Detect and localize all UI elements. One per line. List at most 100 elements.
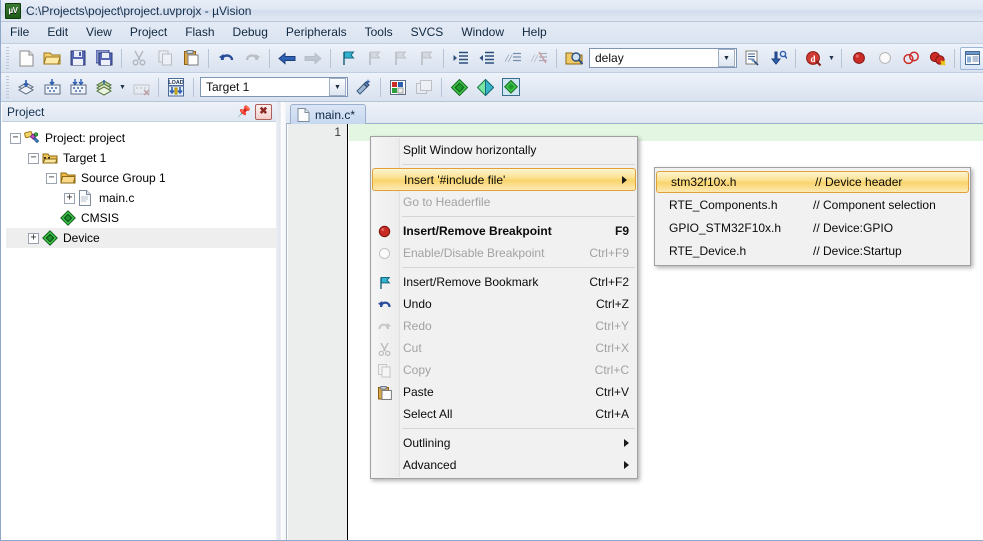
menu-edit[interactable]: Edit: [38, 22, 77, 43]
select-target-icon[interactable]: [351, 76, 375, 99]
paste-icon[interactable]: [179, 47, 203, 70]
tree-node-label: Target 1: [63, 151, 107, 165]
svg-text://: //: [505, 51, 513, 65]
submenu-item-gpio-stm32f10x-h[interactable]: GPIO_STM32F10x.h // Device:GPIO: [655, 216, 970, 239]
tree-node-cmsis[interactable]: CMSIS: [6, 208, 276, 228]
batch-build-icon[interactable]: [92, 76, 116, 99]
rebuild-all-icon[interactable]: [66, 76, 90, 99]
tree-node-target[interactable]: − Target 1: [6, 148, 276, 168]
menu-item-outlining[interactable]: Outlining: [371, 432, 637, 454]
menu-item-select-all[interactable]: Select All Ctrl+A: [371, 403, 637, 425]
expander-toggle[interactable]: +: [64, 192, 75, 204]
menu-view[interactable]: View: [77, 22, 121, 43]
disable-breakpoint-icon[interactable]: [873, 47, 897, 70]
menu-tools[interactable]: Tools: [356, 22, 402, 43]
submenu-item-stm32f10x-h[interactable]: stm32f10x.h // Device header: [656, 171, 969, 193]
menu-flash[interactable]: Flash: [176, 22, 223, 43]
find-input[interactable]: delay: [590, 51, 717, 65]
folder-icon: [60, 170, 76, 186]
editor-tabstrip: main.c*: [286, 102, 983, 124]
menu-item-split-window-horizontally[interactable]: Split Window horizontally: [371, 139, 637, 161]
undo-icon[interactable]: [214, 47, 238, 70]
save-icon[interactable]: [66, 47, 90, 70]
menu-item-shortcut: Ctrl+Y: [595, 319, 629, 333]
translate-file-icon[interactable]: [14, 76, 38, 99]
breakpoint-red-dot-icon: [376, 223, 393, 240]
configuration-wizard-icon[interactable]: [740, 47, 764, 70]
indent-icon[interactable]: [449, 47, 473, 70]
menu-item-enable-disable-breakpoint: Enable/Disable Breakpoint Ctrl+F9: [371, 242, 637, 264]
toolbar-grip[interactable]: [4, 76, 11, 98]
options-for-target-icon[interactable]: [386, 76, 410, 99]
breakpoint-hollow-circle-icon: [376, 245, 393, 262]
bookmark-flag-icon: [376, 274, 393, 291]
menu-item-insert-remove-bookmark[interactable]: Insert/Remove Bookmark Ctrl+F2: [371, 271, 637, 293]
submenu-item-rte-components-h[interactable]: RTE_Components.h // Component selection: [655, 193, 970, 216]
find-combo-chevron-down-icon[interactable]: ▼: [718, 49, 735, 67]
kill-all-breakpoints-icon[interactable]: [899, 47, 923, 70]
toolbar-separator: [841, 48, 842, 68]
cut-icon: [127, 47, 151, 70]
tree-node-device[interactable]: + Device: [6, 228, 276, 248]
menu-item-paste[interactable]: Paste Ctrl+V: [371, 381, 637, 403]
submenu-item-name: RTE_Components.h: [669, 197, 778, 212]
menu-file[interactable]: File: [1, 22, 38, 43]
redo-arrow-icon: [376, 318, 393, 335]
bookmark-toggle-icon[interactable]: [336, 47, 360, 70]
target-combo-chevron-down-icon[interactable]: ▼: [329, 78, 346, 96]
manage-project-items-icon: [412, 76, 436, 99]
outdent-icon[interactable]: [475, 47, 499, 70]
submenu-arrow-icon: [624, 461, 629, 469]
tree-node-source-group[interactable]: − Source Group 1: [6, 168, 276, 188]
menu-item-advanced[interactable]: Advanced: [371, 454, 637, 476]
find-combo[interactable]: delay ▼: [589, 48, 737, 68]
pin-icon[interactable]: 📌: [236, 104, 252, 120]
expander-toggle[interactable]: −: [46, 172, 57, 184]
expander-toggle[interactable]: −: [10, 132, 21, 144]
bookmark-clear-icon: [414, 47, 438, 70]
menu-window[interactable]: Window: [452, 22, 513, 43]
bookmark-prev-icon: [362, 47, 386, 70]
menu-item-undo[interactable]: Undo Ctrl+Z: [371, 293, 637, 315]
toolbar-grip[interactable]: [4, 47, 11, 69]
debug-dropdown-chevron-down-icon[interactable]: ▼: [826, 47, 837, 70]
start-debug-session-icon[interactable]: d: [801, 47, 825, 70]
panel-splitter[interactable]: [276, 102, 286, 540]
pack-installer-icon[interactable]: [473, 76, 497, 99]
build-target-icon[interactable]: [40, 76, 64, 99]
download-to-flash-icon[interactable]: LOAD: [164, 76, 188, 99]
menu-help[interactable]: Help: [513, 22, 556, 43]
tree-node-project[interactable]: − Project: project: [6, 128, 276, 148]
submenu-item-comment: // Device header: [815, 175, 903, 189]
uncomment-icon: //: [527, 47, 551, 70]
close-icon[interactable]: ✖: [255, 103, 272, 120]
menu-item-shortcut: Ctrl+Z: [596, 297, 629, 311]
save-all-icon[interactable]: [92, 47, 116, 70]
comment-icon: //: [501, 47, 525, 70]
menu-peripherals[interactable]: Peripherals: [277, 22, 356, 43]
find-in-files-icon[interactable]: [562, 47, 586, 70]
source-file-icon: [297, 107, 310, 122]
disable-all-breakpoints-icon[interactable]: [925, 47, 949, 70]
expander-toggle[interactable]: −: [28, 152, 39, 164]
menu-debug[interactable]: Debug: [224, 22, 277, 43]
manage-windows-icon[interactable]: [960, 46, 983, 70]
open-file-icon[interactable]: [40, 47, 64, 70]
target-combo-value[interactable]: Target 1: [201, 80, 328, 94]
tree-node-main-c[interactable]: + main.c: [6, 188, 276, 208]
menu-item-insert-remove-breakpoint[interactable]: Insert/Remove Breakpoint F9: [371, 220, 637, 242]
batch-build-chevron-down-icon[interactable]: ▼: [117, 76, 128, 99]
expander-toggle[interactable]: +: [28, 232, 39, 244]
target-combo[interactable]: Target 1 ▼: [200, 77, 348, 97]
editor-tab-main-c[interactable]: main.c*: [290, 104, 367, 124]
jump-to-definition-icon[interactable]: [766, 47, 790, 70]
select-software-packs-icon[interactable]: [499, 76, 523, 99]
navigate-back-icon[interactable]: [275, 47, 299, 70]
insert-breakpoint-icon[interactable]: [847, 47, 871, 70]
submenu-item-rte-device-h[interactable]: RTE_Device.h // Device:Startup: [655, 239, 970, 262]
manage-run-time-environment-icon[interactable]: [447, 76, 471, 99]
menu-project[interactable]: Project: [121, 22, 176, 43]
new-file-icon[interactable]: [14, 47, 38, 70]
menu-svcs[interactable]: SVCS: [402, 22, 453, 43]
menu-item-insert-include-file[interactable]: Insert '#include file': [372, 168, 636, 191]
